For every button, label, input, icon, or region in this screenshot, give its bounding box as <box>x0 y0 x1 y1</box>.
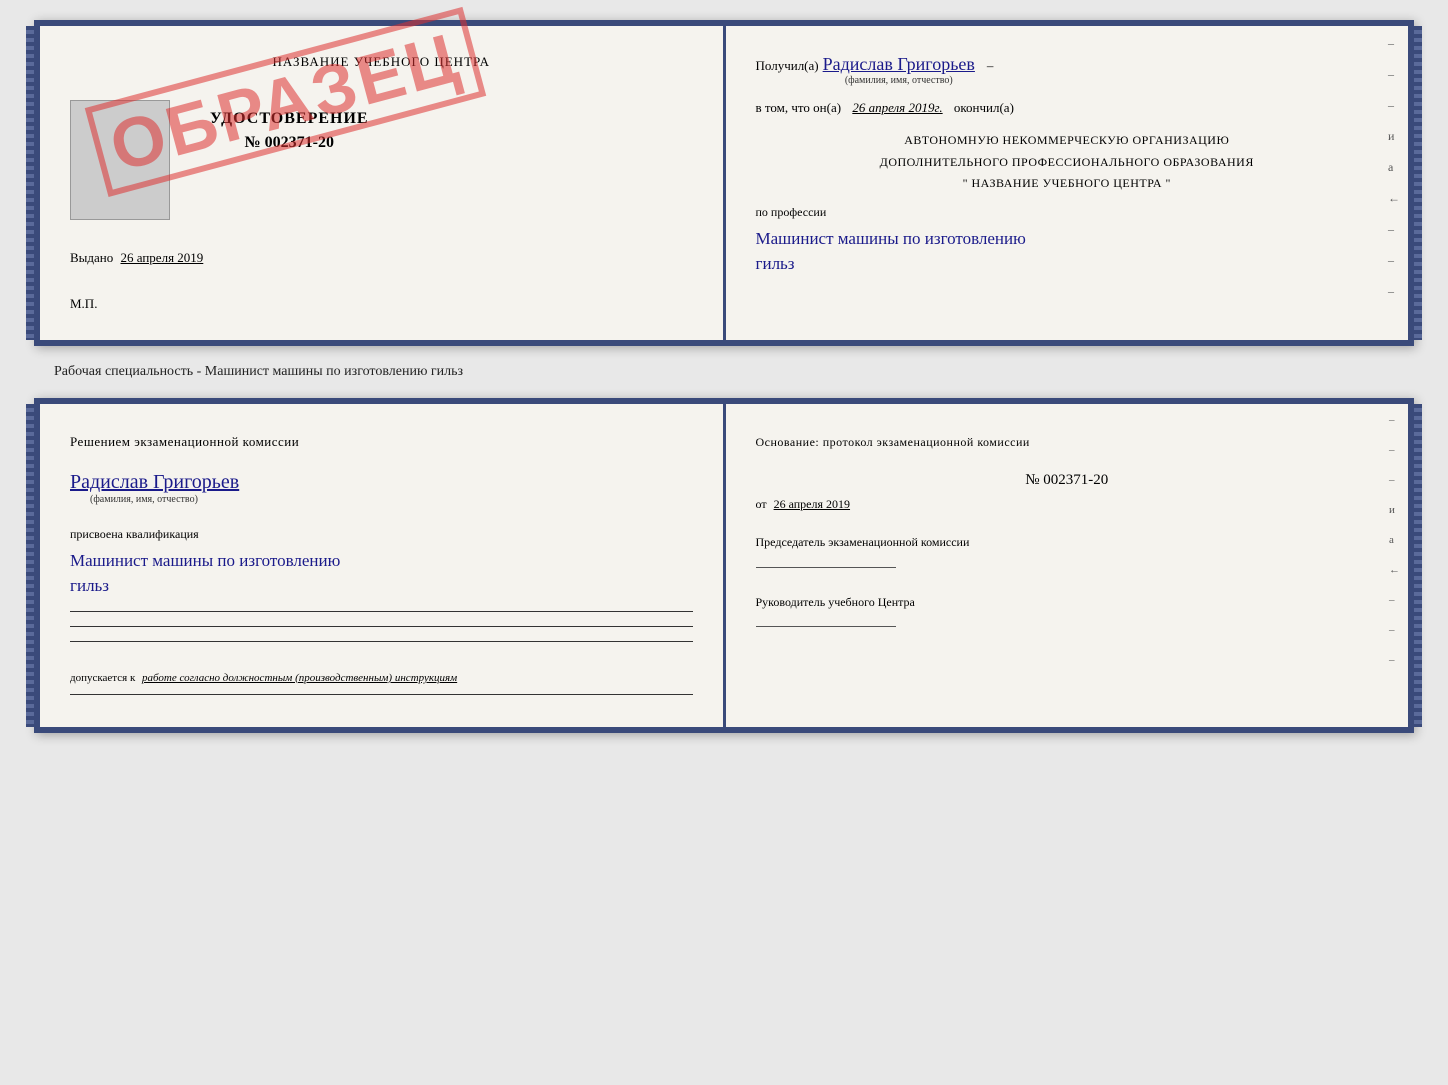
spine-left <box>26 26 34 340</box>
org-line2: ДОПОЛНИТЕЛЬНОГО ПРОФЕССИОНАЛЬНОГО ОБРАЗО… <box>756 152 1379 174</box>
top-cert-right-page: Получил(а) Радислав Григорьев (фамилия, … <box>726 26 1409 340</box>
predsedatel-block: Председатель экзаменационной комиссии <box>756 532 1379 575</box>
bottom-spine-left <box>26 404 34 727</box>
vtom-prefix: в том, что он(а) <box>756 100 842 115</box>
predsedatel-sig-line <box>756 567 896 568</box>
dash1: – <box>987 58 994 74</box>
bottom-spine-right <box>1414 404 1422 727</box>
resheniyem-title: Решением экзаменационной комиссии <box>70 432 693 453</box>
top-certificate: НАЗВАНИЕ УЧЕБНОГО ЦЕНТРА УДОСТОВЕРЕНИЕ №… <box>34 20 1414 346</box>
protocol-date: от 26 апреля 2019 <box>756 497 1379 512</box>
dopuskaetsya-prefix: допускается к <box>70 672 135 684</box>
poluchil-name: Радислав Григорьев <box>823 54 975 75</box>
bottom-cert-right-page: Основание: протокол экзаменационной коми… <box>726 404 1409 727</box>
side-marks-bottom: – – – и а ← – – – <box>1389 414 1400 666</box>
dopuskaetsya-block: допускается к работе согласно должностны… <box>70 670 693 687</box>
mp-label: М.П. <box>70 296 693 312</box>
caption-text: Рабочая специальность - Машинист машины … <box>54 364 463 380</box>
prof-name2: гильз <box>756 251 1379 277</box>
prof-name: Машинист машины по изготовлению <box>756 226 1379 252</box>
photo-placeholder <box>70 100 170 220</box>
kvali-name2: гильз <box>70 573 693 599</box>
date-prefix: от <box>756 497 767 511</box>
poluchil-prefix: Получил(а) <box>756 58 819 74</box>
bottom-fio-label: (фамилия, имя, отчество) <box>90 494 198 505</box>
date-value: 26 апреля 2019 <box>774 497 850 511</box>
spine-right <box>1414 26 1422 340</box>
rukovoditel-block: Руководитель учебного Центра <box>756 592 1379 635</box>
vydano-line: Выдано 26 апреля 2019 <box>70 250 693 266</box>
side-marks-top: – – – и а ← – – – <box>1388 36 1400 299</box>
osnov-label: Основание: протокол экзаменационной коми… <box>756 432 1379 452</box>
dopusk-italic: работе согласно должностным (производств… <box>142 672 457 684</box>
bottom-cert-left-page: Решением экзаменационной комиссии Радисл… <box>40 404 726 727</box>
vydano-prefix: Выдано <box>70 250 113 265</box>
org-line1: АВТОНОМНУЮ НЕКОММЕРЧЕСКУЮ ОРГАНИЗАЦИЮ <box>756 130 1379 152</box>
top-cert-title: НАЗВАНИЕ УЧЕБНОГО ЦЕНТРА <box>70 54 693 70</box>
rukovoditel-sig-line <box>756 626 896 627</box>
org-line3: " НАЗВАНИЕ УЧЕБНОГО ЦЕНТРА " <box>756 173 1379 195</box>
protocol-number: № 002371-20 <box>756 472 1379 489</box>
vtom-date: 26 апреля 2019г. <box>852 100 942 115</box>
udostoverenie-number: № 002371-20 <box>245 134 334 152</box>
profession-block: по профессии Машинист машины по изготовл… <box>756 205 1379 277</box>
bottom-name: Радислав Григорьев <box>70 471 239 494</box>
top-cert-left-page: НАЗВАНИЕ УЧЕБНОГО ЦЕНТРА УДОСТОВЕРЕНИЕ №… <box>40 26 726 340</box>
predsedatel-label: Председатель экзаменационной комиссии <box>756 532 1379 554</box>
fio-label: (фамилия, имя, отчество) <box>845 75 953 86</box>
org-block: АВТОНОМНУЮ НЕКОММЕРЧЕСКУЮ ОРГАНИЗАЦИЮ ДО… <box>756 130 1379 195</box>
vtom-line: в том, что он(а) 26 апреля 2019г. окончи… <box>756 100 1379 116</box>
prisvoena-label: присвоена квалификация <box>70 527 693 542</box>
okonchil: окончил(а) <box>954 100 1014 115</box>
po-professii: по профессии <box>756 205 1379 220</box>
udostoverenie-label: УДОСТОВЕРЕНИЕ <box>210 110 369 128</box>
rukovoditel-label: Руководитель учебного Центра <box>756 592 1379 614</box>
vydano-date: 26 апреля 2019 <box>121 250 204 265</box>
poluchil-line: Получил(а) Радислав Григорьев (фамилия, … <box>756 54 1379 86</box>
bottom-certificate: Решением экзаменационной комиссии Радисл… <box>34 398 1414 733</box>
kvali-name: Машинист машины по изготовлению <box>70 548 693 574</box>
